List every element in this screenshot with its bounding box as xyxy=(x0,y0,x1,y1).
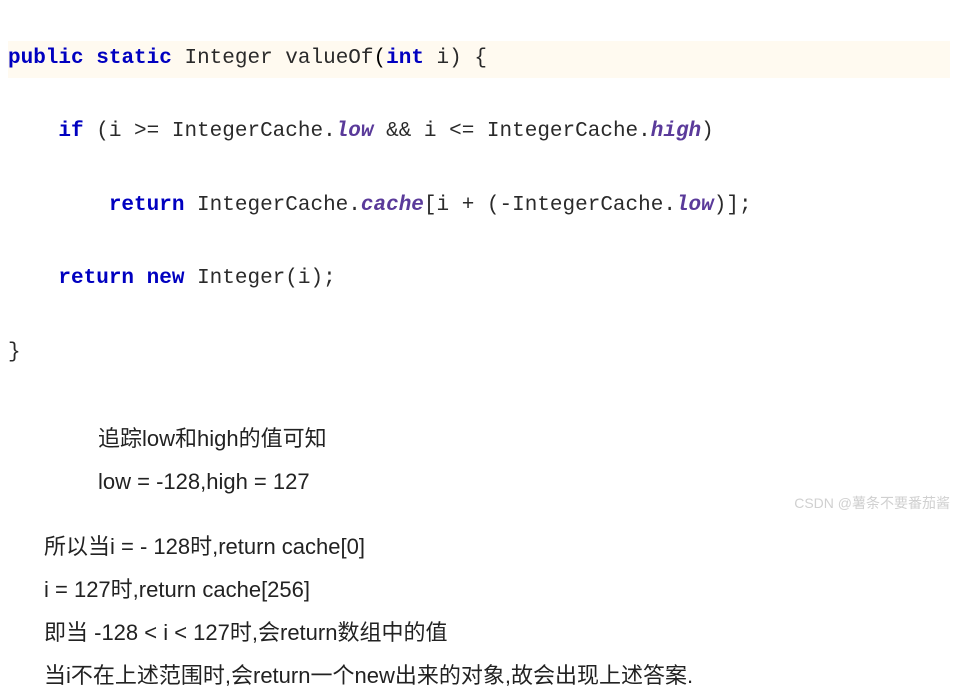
keyword-static: static xyxy=(96,47,172,70)
field-low-2: low xyxy=(676,194,714,217)
cond-a: (i >= IntegerCache. xyxy=(84,120,336,143)
cond-b: && i <= IntegerCache. xyxy=(374,120,651,143)
note-6: 当i不在上述范围时,会return一个new出来的对象,故会出现上述答案. xyxy=(44,655,958,698)
method-name: valueOf xyxy=(285,47,373,70)
watermark: CSDN @薯条不要番茄酱 xyxy=(794,493,950,513)
code-line-4: return new Integer(i); xyxy=(8,261,950,298)
return-type: Integer xyxy=(184,47,272,70)
code-line-1: public static Integer valueOf(int i) { xyxy=(8,41,950,78)
note-1: 追踪low和high的值可知 xyxy=(98,418,958,461)
brace-open: ) { xyxy=(449,47,487,70)
keyword-int: int xyxy=(386,47,424,70)
keyword-return-1: return xyxy=(109,194,185,217)
field-cache: cache xyxy=(361,194,424,217)
ret1-c: )]; xyxy=(714,194,752,217)
field-high: high xyxy=(651,120,701,143)
code-line-3: return IntegerCache.cache[i + (-IntegerC… xyxy=(8,188,950,225)
note-3: 所以当i = - 128时,return cache[0] xyxy=(44,526,958,569)
ret2-tail: Integer(i); xyxy=(184,267,335,290)
notes-lower: 所以当i = - 128时,return cache[0] i = 127时,r… xyxy=(0,526,958,698)
keyword-return-2: return xyxy=(58,267,134,290)
note-5: 即当 -128 < i < 127时,会return数组中的值 xyxy=(44,612,958,655)
ret1-a: IntegerCache. xyxy=(184,194,360,217)
keyword-new: new xyxy=(147,267,185,290)
field-low: low xyxy=(336,120,374,143)
code-line-2: if (i >= IntegerCache.low && i <= Intege… xyxy=(8,114,950,151)
brace-close: } xyxy=(8,341,21,364)
param-i: i xyxy=(437,47,450,70)
keyword-public: public xyxy=(8,47,84,70)
notes-upper: 追踪low和high的值可知 low = -128,high = 127 xyxy=(0,418,958,504)
cond-close: ) xyxy=(701,120,714,143)
code-block: public static Integer valueOf(int i) { i… xyxy=(0,0,958,412)
code-line-5: } xyxy=(8,335,950,372)
ret1-b: [i + (-IntegerCache. xyxy=(424,194,676,217)
keyword-if: if xyxy=(58,120,83,143)
note-4: i = 127时,return cache[256] xyxy=(44,569,958,612)
